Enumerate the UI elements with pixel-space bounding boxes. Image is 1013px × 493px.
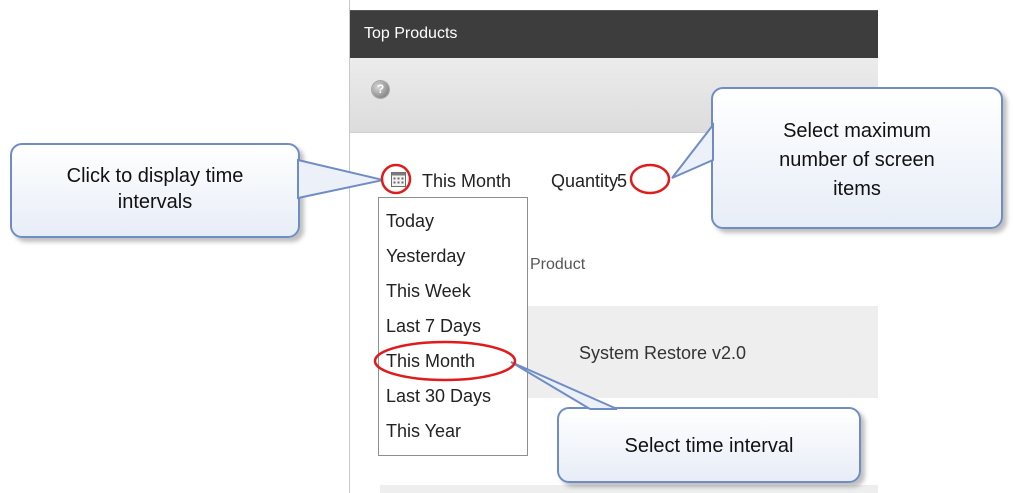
table-row[interactable]: [380, 485, 878, 493]
dropdown-item-this-month[interactable]: This Month: [386, 351, 475, 372]
callout-text: number of screen: [779, 149, 935, 171]
widget-title: Top Products: [364, 25, 458, 42]
quantity-selector[interactable]: 5: [617, 171, 627, 192]
callout-select-interval: Select time interval: [557, 407, 861, 483]
callout-text: items: [833, 178, 881, 200]
dropdown-item-this-year[interactable]: This Year: [386, 421, 461, 442]
callout-text: Select time interval: [624, 435, 794, 457]
dropdown-item-last-30-days[interactable]: Last 30 Days: [386, 386, 491, 407]
widget-header: Top Products: [350, 10, 878, 58]
product-name: System Restore v2.0: [579, 343, 747, 363]
callout-text: Click to display time: [66, 165, 244, 187]
column-header-product: Product: [530, 256, 586, 273]
time-interval-dropdown[interactable]: Today Yesterday This Week Last 7 Days Th…: [378, 197, 528, 456]
callout-text: intervals: [117, 191, 193, 213]
callout-max-items: Select maximum number of screen items: [711, 87, 1003, 229]
dropdown-item-this-week[interactable]: This Week: [386, 281, 471, 302]
dropdown-item-today[interactable]: Today: [386, 211, 434, 232]
quantity-label: Quantity: [551, 171, 619, 191]
dropdown-item-last-7-days[interactable]: Last 7 Days: [386, 316, 481, 337]
time-interval-selector[interactable]: This Month: [422, 171, 511, 192]
dropdown-item-yesterday[interactable]: Yesterday: [386, 246, 465, 267]
calendar-icon[interactable]: [391, 172, 406, 187]
help-icon[interactable]: ?: [372, 81, 389, 98]
callout-text: Select maximum: [783, 120, 931, 142]
callout-time-intervals: Click to display time intervals: [10, 143, 300, 238]
